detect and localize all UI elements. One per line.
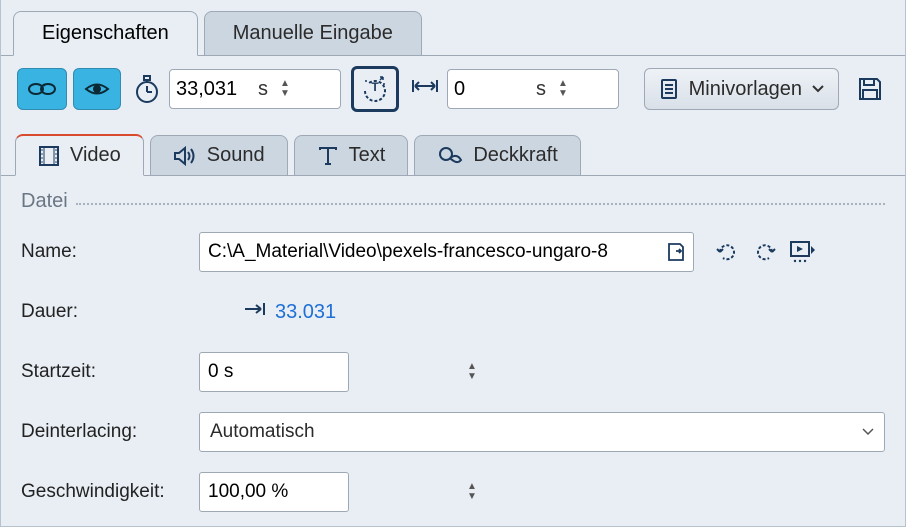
width-arrows-icon [411,76,439,102]
open-file-icon [666,241,686,263]
speed-spinner[interactable]: ▲▼ [199,472,349,512]
deinterlacing-value: Automatisch [210,421,315,443]
film-icon [38,145,60,167]
tab-video[interactable]: Video [15,134,144,176]
deinterlacing-select[interactable]: Automatisch [199,412,885,452]
browse-button[interactable] [659,241,693,263]
visibility-button[interactable] [73,68,121,110]
rotate-ccw-icon [714,239,740,265]
spinner-arrows[interactable]: ▲▼ [461,362,483,382]
template-list-icon [659,78,679,100]
tab-text[interactable]: Text [294,135,409,175]
rotate-cw-icon [752,239,778,265]
chevron-down-icon [812,85,824,93]
play-menu-button[interactable] [784,233,822,271]
goto-end-icon[interactable] [243,300,267,324]
mini-templates-label: Minivorlagen [689,78,802,101]
start-time-input[interactable] [200,357,461,387]
duration-value-link[interactable]: 33.031 [275,301,336,324]
mini-templates-button[interactable]: Minivorlagen [644,68,839,110]
spinner-arrows[interactable]: ▲▼ [552,79,574,99]
chevron-down-icon [862,428,874,436]
stopwatch-icon [133,74,161,104]
save-icon [857,76,883,102]
file-path-input[interactable] [200,237,659,267]
offset-unit-label: s [530,78,552,101]
start-time-spinner[interactable]: ▲▼ [199,352,349,392]
name-label: Name: [21,241,199,263]
file-path-field[interactable] [199,232,694,272]
toolbar: s ▲▼ T s ▲▼ [1,56,905,122]
spinner-arrows[interactable]: ▲▼ [461,482,483,502]
rotate-ccw-button[interactable] [708,233,746,271]
tab-opacity[interactable]: Deckkraft [414,135,580,175]
tab-sound[interactable]: Sound [150,135,288,175]
duration-label: Dauer: [21,301,199,323]
duration-unit-label: s [252,78,274,101]
offset-input[interactable] [448,74,530,105]
offset-spinner[interactable]: s ▲▼ [447,69,619,109]
content: Datei Name: [1,176,905,527]
section-file: Datei [21,190,885,213]
tab-opacity-label: Deckkraft [473,144,557,167]
eye-icon [84,80,110,98]
tab-properties[interactable]: Eigenschaften [13,11,198,56]
svg-text:T: T [371,80,379,94]
sound-icon [173,145,197,167]
linked-eye-icon [28,80,56,98]
tab-video-label: Video [70,144,121,167]
opacity-icon [437,145,463,167]
auto-time-button[interactable]: T [351,66,399,112]
duration-spinner[interactable]: s ▲▼ [169,69,341,109]
speed-input[interactable] [200,477,461,507]
spinner-arrows[interactable]: ▲▼ [274,79,296,99]
start-time-label: Startzeit: [21,361,199,383]
section-file-label: Datei [21,190,68,213]
play-menu-icon [789,240,817,264]
link-visible-button[interactable] [17,68,67,110]
text-icon [317,145,339,167]
deinterlacing-label: Deinterlacing: [21,421,199,443]
tab-sound-label: Sound [207,144,265,167]
main-tabs: Eigenschaften Manuelle Eingabe [1,0,905,56]
sub-tabs: Video Sound Text Deckkraft [1,122,905,176]
duration-input[interactable] [170,74,252,105]
rotate-cw-button[interactable] [746,233,784,271]
speed-label: Geschwindigkeit: [21,481,199,503]
save-button[interactable] [851,70,889,108]
auto-time-icon: T [361,75,389,103]
tab-text-label: Text [349,144,386,167]
tab-manual-input[interactable]: Manuelle Eingabe [204,11,422,55]
